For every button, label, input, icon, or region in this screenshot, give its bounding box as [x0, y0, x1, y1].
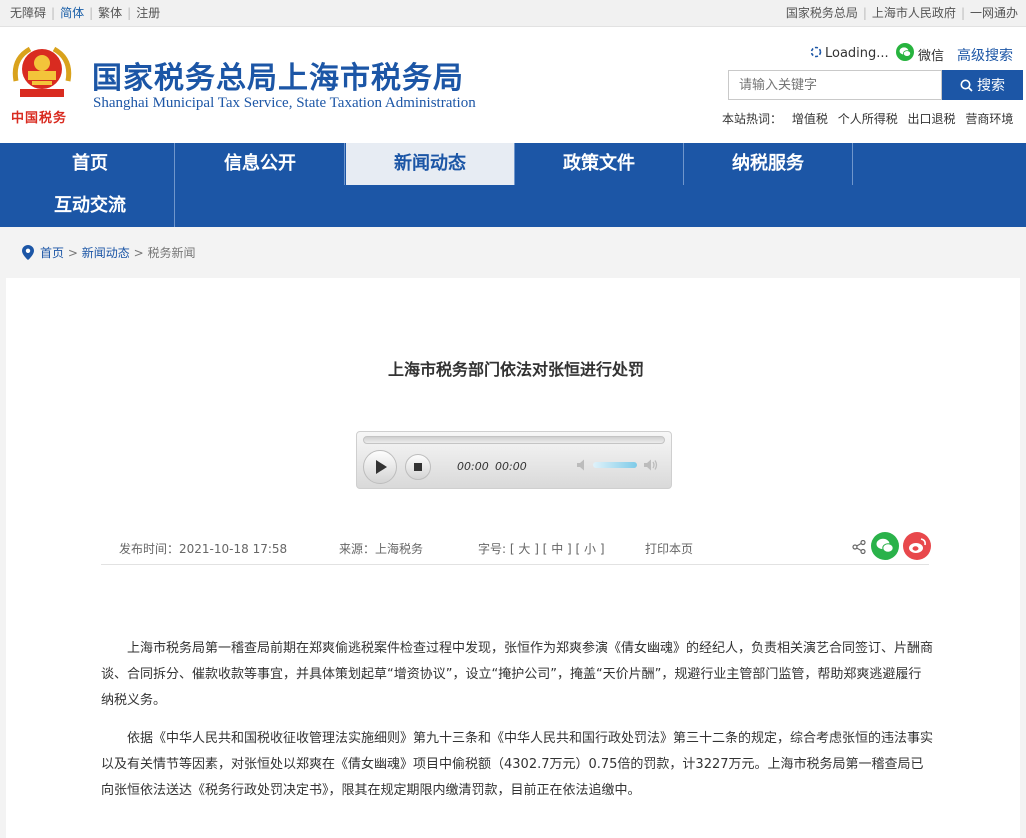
nav-policy-documents[interactable]: 政策文件 — [515, 143, 684, 185]
topbar-left-links: 无障碍 | 简体 | 繁体 | 注册 — [10, 0, 160, 26]
separator: | — [51, 6, 56, 20]
meta-divider — [101, 564, 929, 565]
breadcrumb: 首页 > 新闻动态 > 税务新闻 — [22, 244, 195, 261]
breadcrumb-current: 税务新闻 — [147, 246, 196, 260]
hot-words: 本站热词： 增值税 个人所得税 出口退税 营商环境 — [722, 110, 1013, 127]
tax-emblem-icon — [12, 46, 72, 97]
site-header: 中国税务 国家税务总局上海市税务局 Shanghai Municipal Tax… — [0, 27, 1026, 143]
publish-time: 发布时间：2021-10-18 17:58 — [119, 540, 287, 557]
breadcrumb-separator: > — [133, 246, 144, 260]
wechat-icon[interactable] — [896, 43, 914, 61]
shanghai-gov-link[interactable]: 上海市人民政府 — [872, 6, 956, 20]
top-utility-bar: 无障碍 | 简体 | 繁体 | 注册 国家税务总局 | 上海市人民政府 | 一网通办 — [0, 0, 1026, 27]
breadcrumb-home[interactable]: 首页 — [40, 246, 64, 260]
mute-icon[interactable] — [576, 458, 590, 472]
advanced-search-link[interactable]: 高级搜索 — [957, 45, 1013, 65]
breadcrumb-separator: > — [67, 246, 78, 260]
separator: | — [89, 6, 94, 20]
article-paragraph: 依据《中华人民共和国税收征收管理法实施细则》第九十三条和《中华人民共和国行政处罚… — [101, 731, 934, 798]
play-button[interactable] — [363, 450, 397, 484]
accessibility-link[interactable]: 无障碍 — [10, 6, 46, 20]
play-icon — [376, 460, 387, 474]
wechat-share-button[interactable] — [871, 532, 899, 560]
emblem-caption: 中国税务 — [11, 111, 68, 126]
font-size-small[interactable]: 小 — [584, 542, 596, 556]
nav-tax-services[interactable]: 纳税服务 — [684, 143, 853, 185]
font-size-controls: 字号: [ 大 ] [ 中 ] [ 小 ] — [478, 542, 605, 556]
print-link[interactable]: 打印本页 — [645, 540, 693, 557]
topbar-right-links: 国家税务总局 | 上海市人民政府 | 一网通办 — [786, 0, 1018, 26]
search-icon — [960, 79, 973, 92]
location-pin-icon — [22, 245, 34, 260]
font-size-medium[interactable]: 中 — [551, 542, 563, 556]
nav-interaction[interactable]: 互动交流 — [6, 185, 175, 227]
article-body: 上海市税务局第一稽查局前期在郑爽偷逃税案件检查过程中发现，张恒作为郑爽参演《倩女… — [101, 636, 933, 816]
hotword-link[interactable]: 个人所得税 — [838, 112, 898, 126]
weibo-icon — [909, 538, 926, 553]
hotword-link[interactable]: 增值税 — [792, 112, 828, 126]
breadcrumb-news[interactable]: 新闻动态 — [82, 246, 130, 260]
font-size-large[interactable]: 大 — [518, 542, 530, 556]
article-title: 上海市税务部门依法对张恒进行处罚 — [387, 360, 644, 379]
separator: | — [862, 6, 867, 20]
search-input[interactable] — [728, 70, 942, 100]
site-title-en: Shanghai Municipal Tax Service, State Ta… — [93, 95, 476, 111]
hotwords-label: 本站热词： — [722, 112, 783, 126]
nav-home[interactable]: 首页 — [6, 143, 175, 185]
article-paragraph: 上海市税务局第一稽查局前期在郑爽偷逃税案件检查过程中发现，张恒作为郑爽参演《倩女… — [101, 641, 934, 708]
main-nav: 首页 信息公开 新闻动态 政策文件 纳税服务 互动交流 — [0, 143, 1026, 227]
loading-indicator: Loading... — [810, 46, 889, 61]
wechat-label[interactable]: 微信 — [918, 45, 944, 64]
simplified-chinese-link[interactable]: 简体 — [60, 6, 84, 20]
hotword-link[interactable]: 出口退税 — [908, 112, 956, 126]
separator: | — [127, 6, 132, 20]
stop-icon — [414, 463, 422, 471]
font-size-label: 字号: — [478, 542, 507, 556]
volume-slider[interactable] — [593, 462, 637, 468]
share-icon[interactable] — [852, 540, 866, 554]
audio-current-time: 00:00 — [457, 460, 489, 473]
sta-link[interactable]: 国家税务总局 — [786, 6, 858, 20]
separator: | — [960, 6, 965, 20]
article-source: 来源：上海税务 — [339, 542, 424, 556]
weibo-share-button[interactable] — [903, 532, 931, 560]
hotword-link[interactable]: 营商环境 — [965, 112, 1013, 126]
publish-time-value: 2021-10-18 17:58 — [179, 542, 288, 556]
publish-label: 发布时间： — [119, 542, 180, 556]
print-label[interactable]: 打印本页 — [645, 542, 693, 556]
stop-button[interactable] — [405, 454, 431, 480]
loading-label: Loading... — [825, 46, 889, 61]
search-button[interactable]: 搜索 — [942, 70, 1023, 100]
spinner-icon — [810, 46, 822, 58]
register-link[interactable]: 注册 — [136, 6, 160, 20]
article-card: 上海市税务部门依法对张恒进行处罚 00:00 00:00 发布时间：2021-1… — [6, 278, 1020, 838]
nav-news[interactable]: 新闻动态 — [346, 143, 515, 185]
nav-info-disclosure[interactable]: 信息公开 — [176, 143, 345, 185]
one-stop-service-link[interactable]: 一网通办 — [970, 6, 1018, 20]
search-button-label: 搜索 — [977, 78, 1005, 94]
traditional-chinese-link[interactable]: 繁体 — [98, 6, 122, 20]
audio-progress-track[interactable] — [363, 436, 665, 444]
wechat-icon — [876, 538, 894, 553]
audio-player: 00:00 00:00 — [356, 431, 672, 489]
volume-max-icon[interactable] — [643, 458, 659, 472]
site-title-cn: 国家税务总局上海市税务局 — [92, 61, 464, 96]
audio-duration: 00:00 — [495, 460, 527, 473]
